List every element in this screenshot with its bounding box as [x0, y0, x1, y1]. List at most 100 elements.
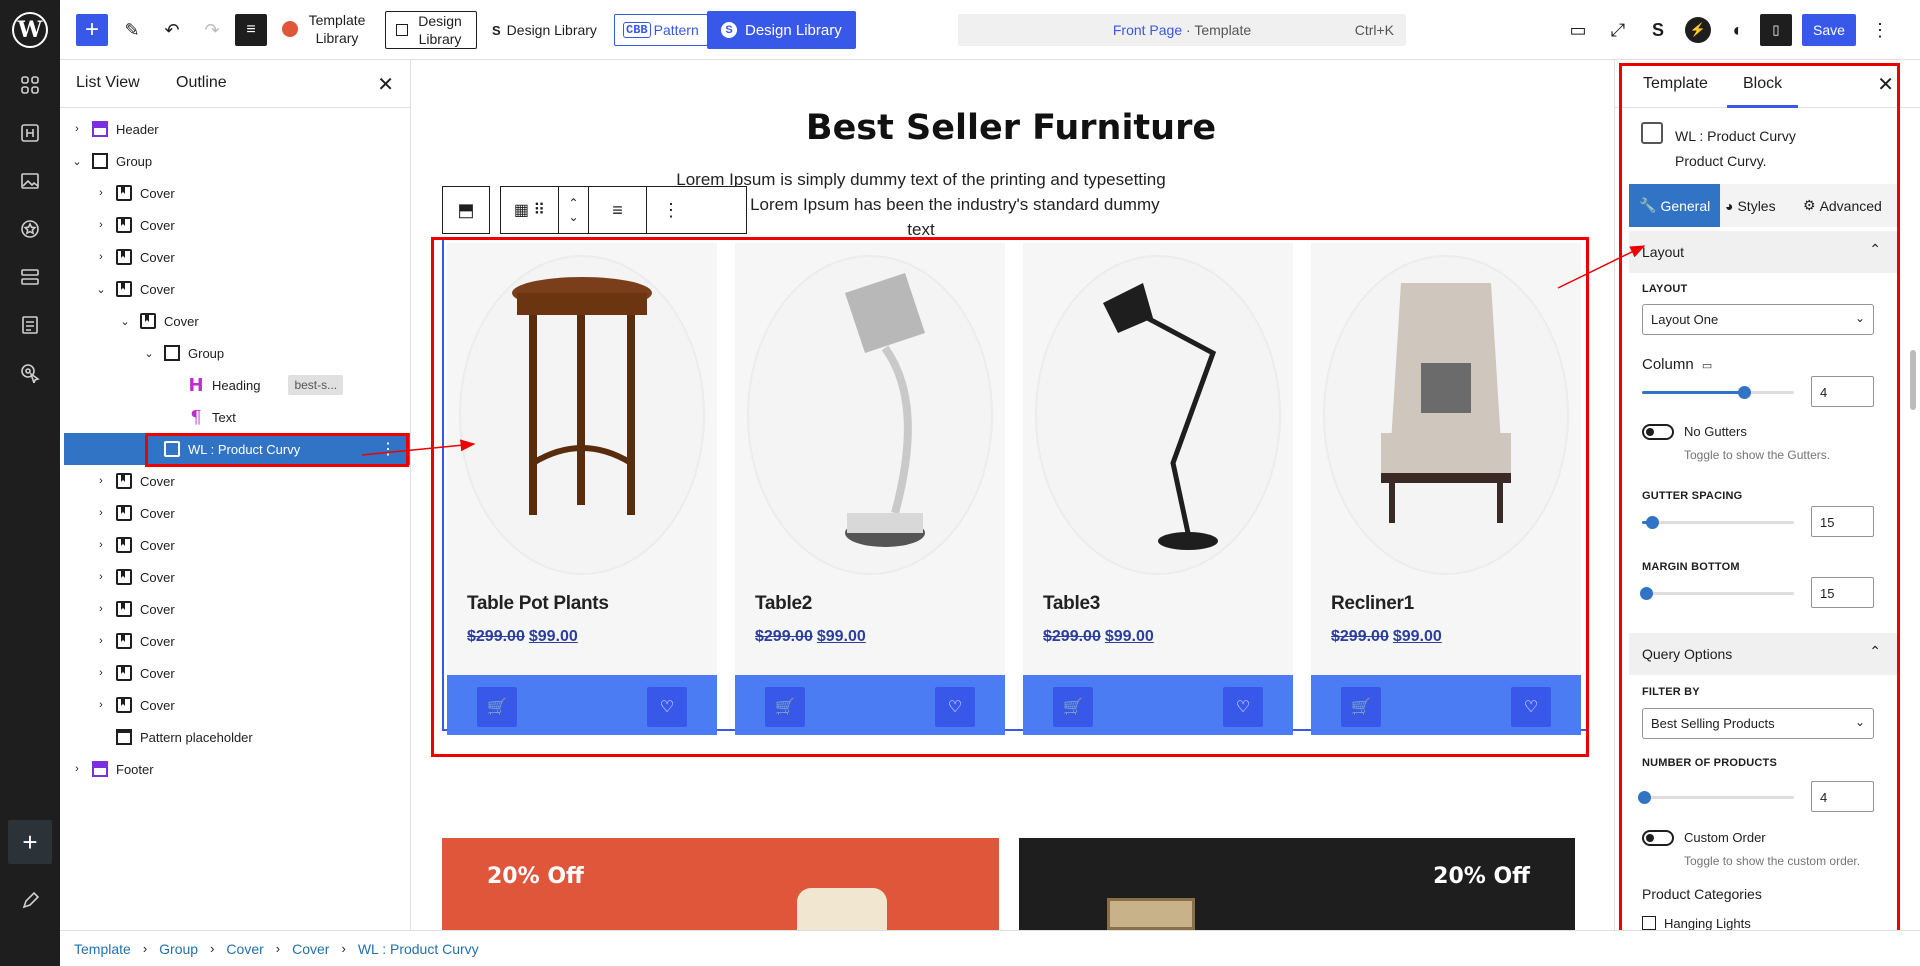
select-parent-icon[interactable]: ⬒ [443, 187, 489, 233]
add-to-cart-icon[interactable]: 🛒 [1053, 687, 1093, 727]
tools-pencil-icon[interactable]: ✎ [116, 11, 148, 49]
chevron-right-icon[interactable]: › [94, 699, 108, 711]
list-view-row-cover[interactable]: › Cover [60, 561, 410, 593]
chevron-right-icon[interactable]: › [70, 763, 84, 775]
wishlist-heart-icon[interactable]: ♡ [647, 687, 687, 727]
breadcrumb-item[interactable]: Template [74, 941, 131, 957]
lightning-icon[interactable]: ⚡ [1685, 17, 1711, 43]
tab-list-view[interactable]: List View [76, 74, 140, 92]
product-image[interactable] [775, 263, 965, 563]
list-view-row-cover[interactable]: › Cover [60, 625, 410, 657]
product-name[interactable]: Table Pot Plants [467, 593, 609, 615]
list-view-row-text[interactable]: ¶ Text [60, 401, 410, 433]
list-view-row-pattern-placeholder[interactable]: Pattern placeholder [60, 721, 410, 753]
product-card[interactable]: Table3 $299.00 $99.00 🛒 ♡ [1023, 243, 1293, 735]
promo-banner-left[interactable]: 20% Off [442, 838, 999, 930]
list-view-row-group[interactable]: ⌄ Group [60, 337, 410, 369]
breadcrumb-item[interactable]: Group [159, 941, 198, 957]
close-icon[interactable]: ✕ [377, 72, 394, 97]
redo-icon[interactable]: ↷ [196, 11, 228, 49]
chevron-right-icon[interactable]: › [94, 475, 108, 487]
list-view-row-header[interactable]: › Header [60, 113, 410, 145]
block-type-icon[interactable]: ▦ ⠿ [501, 187, 559, 233]
align-icon[interactable]: ≡ [589, 187, 647, 233]
rail-add-button[interactable]: + [8, 820, 52, 864]
external-link-icon[interactable]: ⤢ [1602, 11, 1634, 49]
stackable-icon[interactable]: S [1642, 11, 1674, 49]
product-image[interactable] [1063, 263, 1253, 563]
chevron-right-icon[interactable]: › [94, 603, 108, 615]
wishlist-heart-icon[interactable]: ♡ [1223, 687, 1263, 727]
breadcrumb-item[interactable]: WL : Product Curvy [358, 941, 479, 957]
chevron-down-icon[interactable]: ⌄ [94, 283, 108, 296]
chevron-right-icon[interactable]: › [94, 635, 108, 647]
product-card[interactable]: Table2 $299.00 $99.00 🛒 ♡ [735, 243, 1005, 735]
breadcrumb-item[interactable]: Cover [292, 941, 329, 957]
form-icon[interactable] [19, 314, 41, 336]
chevron-right-icon[interactable]: › [94, 187, 108, 199]
product-image[interactable] [1351, 263, 1541, 563]
list-view-row-cover[interactable]: › Cover [60, 497, 410, 529]
settings-sidebar-toggle-icon[interactable]: ▯ [1760, 14, 1792, 46]
add-to-cart-icon[interactable]: 🛒 [765, 687, 805, 727]
promo-banner-right[interactable]: 20% Off [1019, 838, 1575, 930]
document-overview-button[interactable]: ≡ [235, 14, 267, 46]
product-name[interactable]: Recliner1 [1331, 593, 1414, 615]
block-options-icon[interactable]: ⋮ [647, 187, 695, 233]
wishlist-heart-icon[interactable]: ♡ [1511, 687, 1551, 727]
list-view-row-cover[interactable]: › Cover [60, 465, 410, 497]
options-more-icon[interactable]: ⋮ [1864, 11, 1896, 49]
wishlist-heart-icon[interactable]: ♡ [935, 687, 975, 727]
list-view-row-group[interactable]: ⌄ Group [60, 145, 410, 177]
heading-block-icon[interactable] [19, 122, 41, 144]
patterns-icon[interactable] [19, 74, 41, 96]
star-badge-icon[interactable] [19, 218, 41, 240]
image-icon[interactable] [19, 170, 41, 192]
design-library-button[interactable]: S Design Library [492, 11, 597, 49]
chevron-right-icon[interactable]: › [94, 667, 108, 679]
list-view-row-cover[interactable]: › Cover [60, 177, 410, 209]
template-library-button[interactable]: Template Library [282, 10, 368, 48]
cursor-target-icon[interactable] [19, 362, 41, 384]
chevron-right-icon[interactable]: › [94, 571, 108, 583]
chevron-right-icon[interactable]: › [94, 219, 108, 231]
sidebar-scrollbar[interactable] [1910, 350, 1916, 410]
list-view-row-footer[interactable]: › Footer [60, 753, 410, 785]
list-view-row-cover[interactable]: › Cover [60, 689, 410, 721]
chevron-down-icon[interactable]: ⌄ [118, 315, 132, 328]
edit-pencil-icon[interactable] [19, 890, 41, 912]
product-card[interactable]: Recliner1 $299.00 $99.00 🛒 ♡ [1311, 243, 1581, 735]
chevron-down-icon[interactable]: ⌄ [70, 155, 84, 168]
move-up-down-icon[interactable]: ⌃ ⌄ [559, 187, 589, 233]
desktop-preview-icon[interactable]: ▭ [1562, 11, 1594, 49]
product-name[interactable]: Table3 [1043, 593, 1100, 615]
list-view-row-cover[interactable]: ⌄ Cover [60, 305, 410, 337]
add-to-cart-icon[interactable]: 🛒 [1341, 687, 1381, 727]
product-name[interactable]: Table2 [755, 593, 812, 615]
section-heading[interactable]: Best Seller Furniture [411, 108, 1611, 148]
list-view-row-cover[interactable]: › Cover [60, 593, 410, 625]
list-view-row-cover[interactable]: ⌄ Cover [60, 273, 410, 305]
command-palette-bar[interactable]: Front Page · Template Ctrl+K [958, 14, 1406, 46]
list-view-row-cover[interactable]: › Cover [60, 529, 410, 561]
breadcrumb-item[interactable]: Cover [226, 941, 263, 957]
chevron-down-icon[interactable]: ⌄ [142, 347, 156, 360]
product-card[interactable]: Table Pot Plants $299.00 $99.00 🛒 ♡ [447, 243, 717, 735]
design-library-primary-button[interactable]: S Design Library [707, 11, 856, 49]
block-inserter-button[interactable]: + [76, 14, 108, 46]
chevron-right-icon[interactable]: › [94, 539, 108, 551]
save-button[interactable]: Save [1802, 14, 1856, 46]
pattern-button[interactable]: CBB Pattern [614, 14, 708, 46]
wordpress-logo-icon[interactable]: W [12, 12, 48, 48]
list-view-row-cover[interactable]: › Cover [60, 209, 410, 241]
product-image[interactable] [487, 263, 677, 563]
design-library-boxed-button[interactable]: Design Library [385, 11, 477, 49]
undo-icon[interactable]: ↶ [156, 11, 188, 49]
styles-contrast-icon[interactable]: ◐ [1722, 11, 1754, 49]
list-view-row-cover[interactable]: › Cover [60, 657, 410, 689]
chevron-right-icon[interactable]: › [70, 123, 84, 135]
tab-outline[interactable]: Outline [176, 74, 227, 92]
layout-rows-icon[interactable] [19, 266, 41, 288]
add-to-cart-icon[interactable]: 🛒 [477, 687, 517, 727]
chevron-right-icon[interactable]: › [94, 507, 108, 519]
